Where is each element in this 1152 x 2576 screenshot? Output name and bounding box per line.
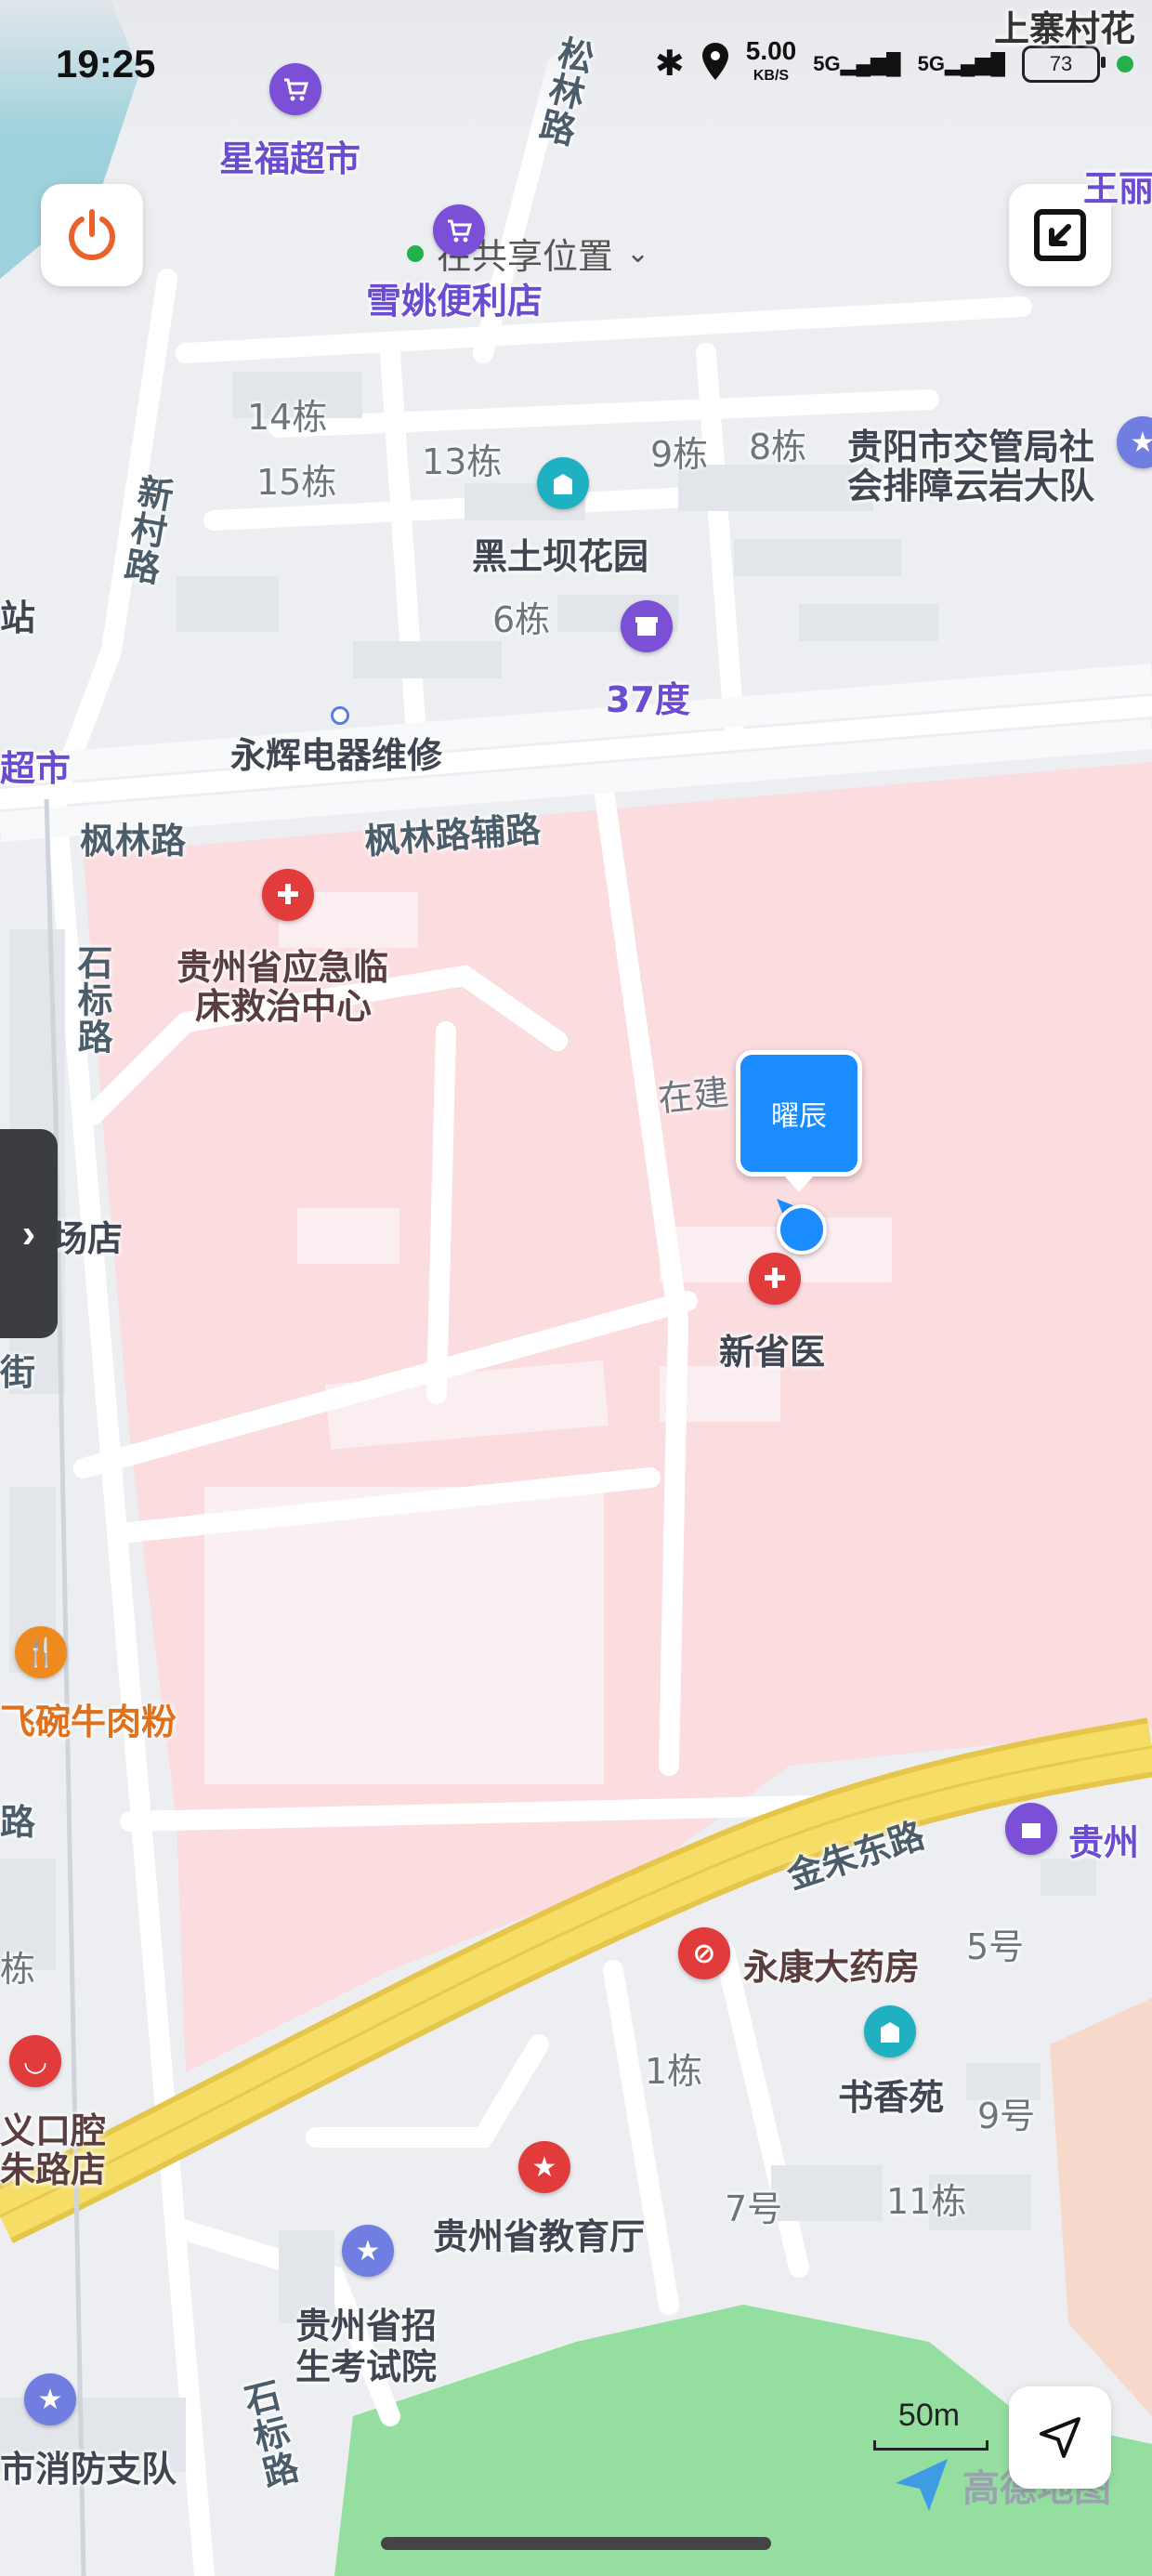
label-hao7: 7号	[725, 2188, 783, 2229]
power-icon	[69, 209, 115, 261]
signal-label-2: 5G	[917, 51, 945, 75]
map-scale-bar	[873, 2440, 988, 2451]
label-chang[interactable]: 场店	[52, 1210, 123, 1261]
home-indicator[interactable]	[381, 2537, 771, 2550]
bluetooth-icon: ✱	[654, 45, 685, 84]
dental-icon[interactable]: ◡	[9, 2035, 61, 2087]
location-pin-icon	[701, 43, 729, 85]
label-dong-left: 栋	[0, 1949, 36, 1990]
battery-level: 73	[1049, 51, 1073, 75]
navigation-arrow-icon	[1040, 2417, 1080, 2458]
label-xueyao[interactable]: 雪姚便利店	[366, 272, 543, 323]
label-dong11: 11栋	[886, 2181, 967, 2222]
label-xiaofang[interactable]: 市消防支队	[0, 2440, 177, 2491]
locate-button[interactable]	[1009, 2386, 1111, 2489]
label-d14: 14栋	[247, 397, 328, 438]
label-shibiao[interactable]: 石标路	[67, 944, 118, 1056]
status-time: 19:25	[56, 42, 156, 85]
map-scale-label: 50m	[897, 2398, 961, 2433]
label-zhan[interactable]: 站	[0, 589, 35, 640]
chevron-right-icon: ›	[21, 1210, 36, 1256]
map-canvas[interactable]	[0, 0, 1152, 2576]
label-dong1: 1栋	[645, 2051, 703, 2092]
label-yingji-2[interactable]: 床救治中心	[195, 978, 372, 1029]
restaurant-icon[interactable]: 🍴	[15, 1626, 67, 1678]
label-d15: 15栋	[256, 462, 337, 503]
label-lu[interactable]: 路	[0, 1794, 35, 1845]
net-speed: 5.00 KB/S	[746, 38, 797, 86]
hospital-icon-main[interactable]: ✚	[749, 1253, 801, 1305]
label-shuxiang[interactable]: 书香苑	[838, 2069, 944, 2120]
signal-icon: 5G▂▄▆█	[813, 51, 901, 75]
label-d9: 9栋	[650, 434, 709, 475]
fire-station-icon[interactable]: ★	[24, 2373, 76, 2425]
label-chaoshi[interactable]: 超市	[0, 740, 71, 791]
label-du37[interactable]: 37度	[606, 671, 690, 722]
label-xinshengyi[interactable]: 新省医	[719, 1323, 825, 1374]
convenience-store-icon[interactable]	[433, 204, 485, 256]
pharmacy-icon[interactable]: ⊘	[678, 1927, 730, 1979]
signal-icon-2: 5G▂▄▆█	[917, 51, 1005, 75]
shop-icon[interactable]	[621, 600, 673, 652]
privacy-dot-icon	[1117, 55, 1133, 72]
power-button[interactable]	[41, 184, 143, 286]
label-yonghui[interactable]: 永辉电器维修	[230, 727, 442, 778]
residential-icon[interactable]	[537, 457, 589, 509]
label-jie[interactable]: 街	[0, 1344, 35, 1395]
label-wangli[interactable]: 王丽	[1083, 160, 1152, 211]
label-yongkang[interactable]: 永康大药房	[743, 1939, 920, 1990]
label-d6: 6栋	[492, 599, 551, 640]
label-hao5: 5号	[966, 1926, 1025, 1967]
amap-logo-icon	[896, 2459, 948, 2511]
label-kouqiang-2[interactable]: 朱路店	[0, 2141, 106, 2192]
label-hao9: 9号	[977, 2096, 1036, 2136]
label-feiwan[interactable]: 飞碗牛肉粉	[0, 1693, 177, 1744]
poi-dot-icon[interactable]	[331, 706, 349, 725]
side-panel-toggle[interactable]: ›	[0, 1129, 58, 1338]
venue-icon[interactable]	[1005, 1803, 1057, 1855]
share-status-dot-icon	[407, 244, 424, 262]
label-guizhou[interactable]: 贵州	[1068, 1814, 1139, 1865]
label-xingfu[interactable]: 星福超市	[219, 130, 360, 181]
chevron-down-icon: ⌄	[626, 237, 650, 269]
label-fenglin[interactable]: 枫林路	[80, 812, 186, 863]
label-d13: 13栋	[422, 441, 503, 482]
landmark-star-icon[interactable]: ★	[518, 2141, 570, 2193]
government-star-icon-2[interactable]: ★	[342, 2225, 394, 2277]
residential-icon-2[interactable]	[864, 2005, 916, 2057]
hospital-icon[interactable]: ✚	[262, 869, 314, 921]
net-speed-value: 5.00	[745, 36, 797, 65]
label-zhaosheng-2[interactable]: 生考试院	[295, 2338, 437, 2389]
supermarket-icon[interactable]	[269, 63, 321, 115]
label-d8: 8栋	[749, 427, 807, 467]
label-zaijian: 在建	[656, 1071, 731, 1120]
my-location-dot[interactable]	[777, 1204, 827, 1255]
signal-label-1: 5G	[813, 51, 841, 75]
user-name: 曜辰	[771, 1100, 827, 1133]
exit-map-icon	[1034, 209, 1086, 261]
label-jiaoyu[interactable]: 贵州省教育厅	[433, 2208, 645, 2259]
label-jiaoguan-2[interactable]: 会排障云岩大队	[847, 457, 1094, 508]
user-avatar-marker[interactable]: 曜辰	[736, 1050, 862, 1176]
label-shangzhai[interactable]: 上寨村花	[994, 0, 1135, 51]
net-speed-unit: KB/S	[753, 68, 790, 84]
label-heitu[interactable]: 黑土坝花园	[472, 528, 648, 579]
